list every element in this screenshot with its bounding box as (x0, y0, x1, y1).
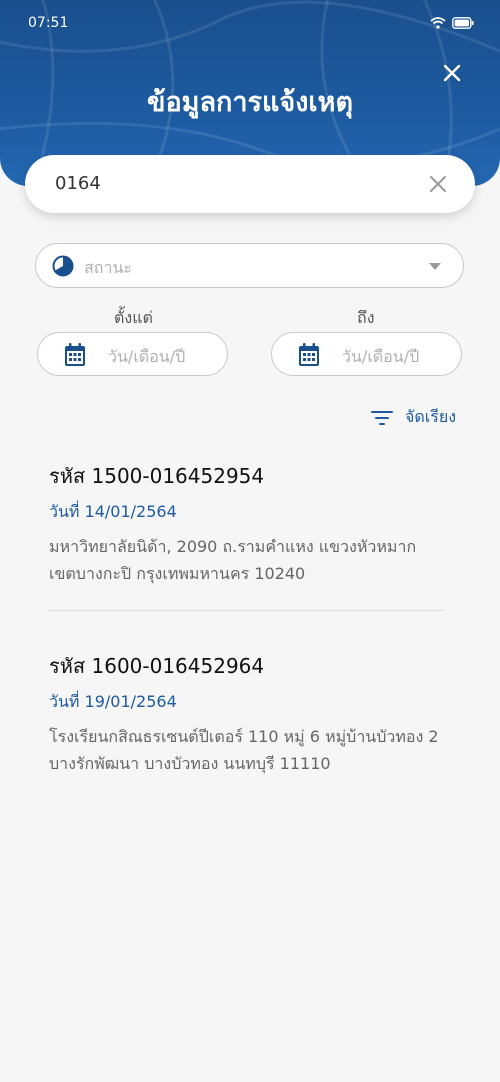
close-icon (443, 64, 461, 82)
to-date-field[interactable]: วัน/เดือน/ปี (271, 332, 462, 376)
close-button[interactable] (440, 61, 464, 85)
report-address: โรงเรียนกสิณธรเซนต์ปีเตอร์ 110 หมู่ 6 หม… (49, 723, 449, 777)
close-icon (430, 176, 446, 192)
divider (48, 610, 444, 611)
status-icons (430, 17, 474, 29)
address-line: โรงเรียนกสิณธรเซนต์ปีเตอร์ 110 หมู่ 6 หม… (49, 727, 439, 746)
pie-chart-icon (52, 255, 74, 277)
sort-icon (370, 410, 393, 425)
report-address: มหาวิทยาลัยนิด้า, 2090 ถ.รามคำแหง แขวงหั… (49, 533, 449, 587)
address-line: บางรักพัฒนา บางบัวทอง นนทบุรี 11110 (49, 754, 331, 773)
list-item[interactable]: รหัส 1600-016452964 วันที่ 19/01/2564 โร… (49, 650, 449, 777)
report-code: รหัส 1500-016452954 (49, 464, 265, 488)
status-placeholder: สถานะ (84, 258, 132, 277)
search-input[interactable]: 0164 (25, 155, 475, 213)
calendar-icon (65, 343, 85, 366)
clear-search-button[interactable] (429, 175, 447, 193)
report-date: วันที่ 14/01/2564 (49, 502, 177, 521)
sort-button[interactable]: จัดเรียง (370, 405, 456, 430)
status-time: 07:51 (28, 15, 69, 31)
report-code: รหัส 1600-016452964 (49, 654, 265, 678)
from-date-field[interactable]: วัน/เดือน/ปี (37, 332, 228, 376)
list-item[interactable]: รหัส 1500-016452954 วันที่ 14/01/2564 มห… (49, 460, 449, 587)
address-line: เขตบางกะปิ กรุงเทพมหานคร 10240 (49, 564, 306, 583)
wifi-icon (430, 17, 446, 29)
page-title: ข้อมูลการแจ้งเหตุ (147, 87, 353, 118)
to-label: ถึง (357, 308, 375, 327)
address-line: มหาวิทยาลัยนิด้า, 2090 ถ.รามคำแหง แขวงหั… (49, 537, 417, 556)
report-date: วันที่ 19/01/2564 (49, 692, 177, 711)
sort-label: จัดเรียง (404, 407, 456, 426)
search-value: 0164 (55, 173, 101, 194)
from-date-placeholder: วัน/เดือน/ปี (108, 347, 186, 366)
status-dropdown[interactable]: สถานะ (35, 243, 464, 288)
to-date-placeholder: วัน/เดือน/ปี (342, 347, 420, 366)
from-label: ตั้งแต่ (114, 308, 153, 327)
caret-down-icon (429, 263, 441, 270)
calendar-icon (299, 343, 319, 366)
battery-icon (452, 17, 474, 29)
